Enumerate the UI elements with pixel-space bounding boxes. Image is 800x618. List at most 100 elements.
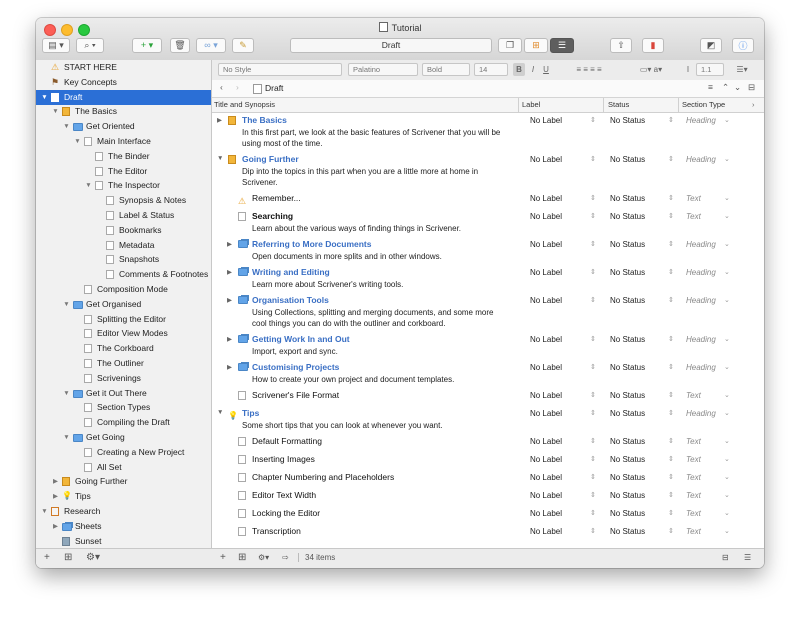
compact-view-icon[interactable]: ⊟ xyxy=(722,553,729,562)
status-stepper-icon[interactable]: ⇕ xyxy=(668,409,674,417)
status-stepper-icon[interactable]: ⇕ xyxy=(668,116,674,124)
disclosure-collapsed-icon[interactable]: ▶ xyxy=(227,335,232,343)
status-value[interactable]: No Status xyxy=(610,491,645,500)
status-stepper-icon[interactable]: ⇕ xyxy=(668,212,674,220)
style-select[interactable]: No Style xyxy=(218,63,342,76)
chevron-down-icon[interactable]: ⌄ xyxy=(724,268,730,276)
status-value[interactable]: No Status xyxy=(610,296,645,305)
disclosure-collapsed-icon[interactable]: ▶ xyxy=(51,519,60,534)
label-value[interactable]: No Label xyxy=(492,296,562,305)
outline-row[interactable]: ▼ Going Further Dip into the topics in thi… xyxy=(212,153,764,192)
current-document-field[interactable]: Draft xyxy=(290,38,492,53)
label-stepper-icon[interactable]: ⇕ xyxy=(590,296,596,304)
label-value[interactable]: No Label xyxy=(492,212,562,221)
outline-row[interactable]: ▶ The Basics In this first part, we look a… xyxy=(212,114,764,153)
disclosure-collapsed-icon[interactable]: ▶ xyxy=(227,268,232,276)
section-type-value[interactable]: Heading xyxy=(686,240,716,249)
font-select[interactable]: Palatino xyxy=(348,63,418,76)
binder-item[interactable]: Comments & Footnotes xyxy=(36,267,211,282)
chevron-down-icon[interactable]: ⌄ xyxy=(724,473,730,481)
label-stepper-icon[interactable]: ⇕ xyxy=(590,455,596,463)
column-divider[interactable] xyxy=(678,98,679,112)
gear-icon[interactable]: ⚙▾ xyxy=(86,552,100,563)
label-stepper-icon[interactable]: ⇕ xyxy=(590,409,596,417)
binder-item[interactable]: ▶ Sheets xyxy=(36,519,211,534)
disclosure-collapsed-icon[interactable]: ▶ xyxy=(227,363,232,371)
binder-item[interactable]: ▼ Get Organised xyxy=(36,297,211,312)
status-stepper-icon[interactable]: ⇕ xyxy=(668,437,674,445)
column-status[interactable]: Status xyxy=(608,100,629,109)
chevron-down-icon[interactable]: ⌄ xyxy=(724,391,730,399)
binder-item[interactable]: Scrivenings xyxy=(36,371,211,386)
status-stepper-icon[interactable]: ⇕ xyxy=(668,155,674,163)
color-buttons[interactable]: ▭▾ a▾ xyxy=(626,63,676,76)
column-label[interactable]: Label xyxy=(522,100,540,109)
disclosure-expanded-icon[interactable]: ▼ xyxy=(62,119,71,134)
link-button[interactable]: ∞ ▾ xyxy=(196,38,226,53)
label-value[interactable]: No Label xyxy=(492,240,562,249)
status-value[interactable]: No Status xyxy=(610,194,645,203)
binder-item[interactable]: ▼ Get Going xyxy=(36,430,211,445)
outline-row[interactable]: ▶ Referring to More Documents Open documen… xyxy=(212,238,764,266)
alignment-buttons[interactable]: ≡ ≡ ≡ ≡ xyxy=(558,63,620,76)
label-stepper-icon[interactable]: ⇕ xyxy=(590,240,596,248)
binder-item[interactable]: ▼ Research xyxy=(36,504,211,519)
status-value[interactable]: No Status xyxy=(610,473,645,482)
label-value[interactable]: No Label xyxy=(492,491,562,500)
section-type-value[interactable]: Heading xyxy=(686,409,716,418)
section-type-value[interactable]: Text xyxy=(686,437,701,446)
corkboard-button[interactable]: ⊞ xyxy=(524,38,548,53)
status-stepper-icon[interactable]: ⇕ xyxy=(668,268,674,276)
disclosure-collapsed-icon[interactable]: ▶ xyxy=(51,474,60,489)
disclosure-expanded-icon[interactable]: ▼ xyxy=(217,155,223,162)
section-type-value[interactable]: Text xyxy=(686,212,701,221)
label-value[interactable]: No Label xyxy=(492,437,562,446)
label-stepper-icon[interactable]: ⇕ xyxy=(590,212,596,220)
chevron-down-icon[interactable]: ⌄ xyxy=(724,296,730,304)
status-stepper-icon[interactable]: ⇕ xyxy=(668,391,674,399)
label-stepper-icon[interactable]: ⇕ xyxy=(590,194,596,202)
binder-item[interactable]: Synopsis & Notes xyxy=(36,193,211,208)
size-select[interactable]: 14 xyxy=(474,63,508,76)
binder-item[interactable]: Sunset xyxy=(36,534,211,549)
section-type-value[interactable]: Text xyxy=(686,527,701,536)
chevron-down-icon[interactable]: ⌄ xyxy=(724,212,730,220)
column-title[interactable]: Title and Synopsis xyxy=(214,100,275,109)
outline-row[interactable]: Scrivener's File Format No Label ⇕ No Statu… xyxy=(212,389,764,407)
column-divider[interactable] xyxy=(518,98,519,112)
binder-item[interactable]: ▼ The Basics xyxy=(36,104,211,119)
bold-button[interactable]: B xyxy=(513,63,525,76)
binder-item[interactable]: ▼ Draft xyxy=(36,89,211,105)
disclosure-collapsed-icon[interactable]: ▶ xyxy=(227,296,232,304)
menu-icon[interactable]: ≡ xyxy=(708,82,713,92)
disclosure-expanded-icon[interactable]: ▼ xyxy=(62,430,71,445)
section-type-value[interactable]: Text xyxy=(686,491,701,500)
status-stepper-icon[interactable]: ⇕ xyxy=(668,509,674,517)
status-stepper-icon[interactable]: ⇕ xyxy=(668,240,674,248)
binder-item[interactable]: ▶ 💡 Tips xyxy=(36,489,211,504)
column-more-icon[interactable]: › xyxy=(752,100,755,109)
chevron-down-icon[interactable]: ⌄ xyxy=(734,82,741,93)
disclosure-expanded-icon[interactable]: ▼ xyxy=(84,178,93,193)
status-stepper-icon[interactable]: ⇕ xyxy=(668,335,674,343)
binder-item[interactable]: The Corkboard xyxy=(36,341,211,356)
label-stepper-icon[interactable]: ⇕ xyxy=(590,116,596,124)
binder-item[interactable]: ⚑ Key Concepts xyxy=(36,75,211,90)
edit-button[interactable]: ✎ xyxy=(232,38,254,53)
view-mode-button[interactable]: ▤ ▾ xyxy=(42,38,70,53)
weight-select[interactable]: Bold xyxy=(422,63,470,76)
chevron-down-icon[interactable]: ⌄ xyxy=(724,509,730,517)
split-icon[interactable]: ⊟ xyxy=(748,82,755,93)
binder-item[interactable]: Compiling the Draft xyxy=(36,415,211,430)
binder-item[interactable]: Section Types xyxy=(36,400,211,415)
binder-item[interactable]: The Outliner xyxy=(36,356,211,371)
trash-button[interactable]: 🗑 xyxy=(170,38,190,53)
status-value[interactable]: No Status xyxy=(610,212,645,221)
label-value[interactable]: No Label xyxy=(492,363,562,372)
label-stepper-icon[interactable]: ⇕ xyxy=(590,363,596,371)
label-value[interactable]: No Label xyxy=(492,509,562,518)
binder-item[interactable]: Snapshots xyxy=(36,252,211,267)
binder-item[interactable]: Metadata xyxy=(36,238,211,253)
status-value[interactable]: No Status xyxy=(610,437,645,446)
chevron-down-icon[interactable]: ⌄ xyxy=(724,116,730,124)
